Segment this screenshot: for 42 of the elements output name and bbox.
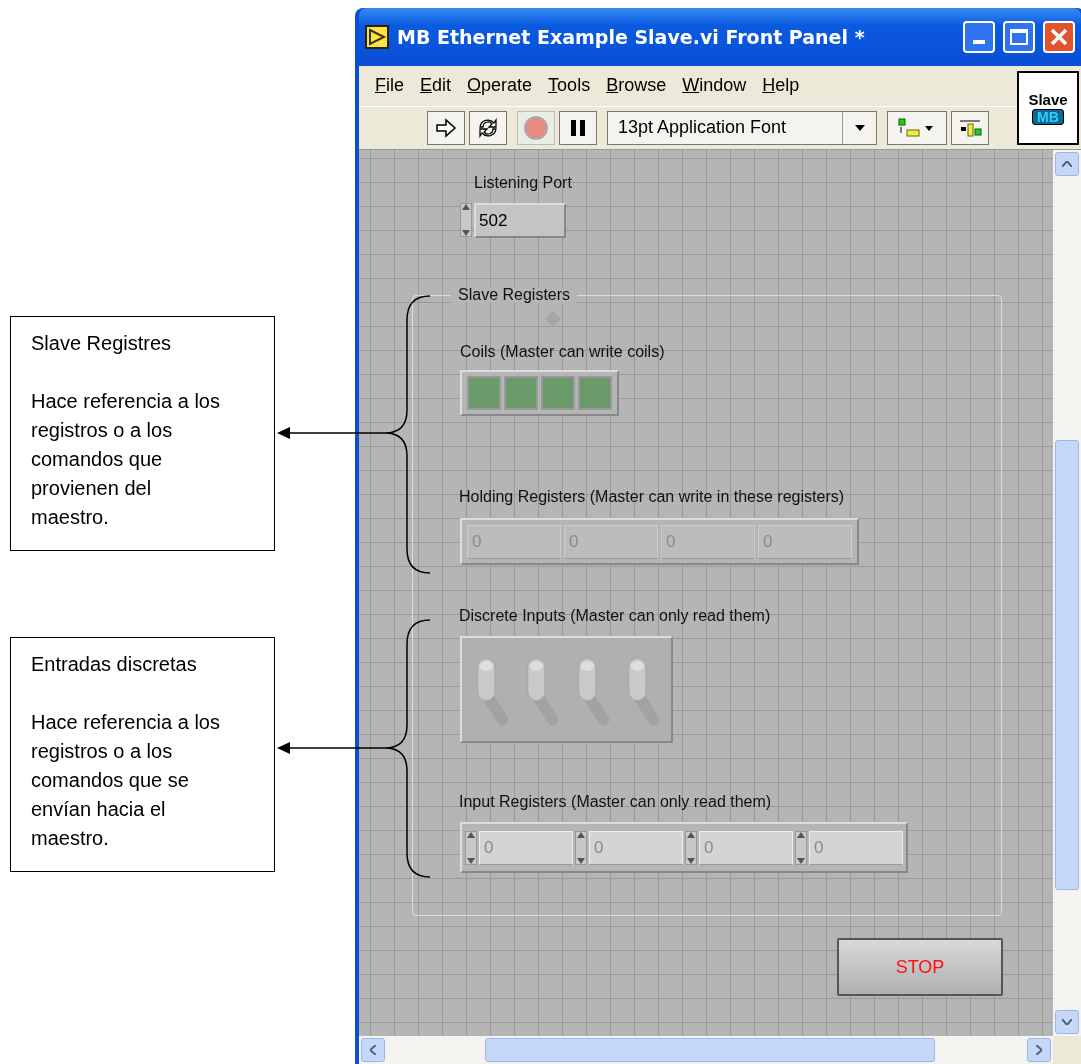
control-label: Listening Port (474, 175, 572, 191)
cycle-arrows-icon (476, 116, 500, 139)
window-title: MB Ethernet Example Slave.vi Front Panel * (397, 24, 865, 50)
control-label: Coils (Master can write coils) (460, 344, 665, 360)
maximize-button[interactable] (1003, 21, 1035, 53)
font-dropdown[interactable]: 13pt Application Font (607, 110, 877, 145)
menu-item[interactable]: File (375, 72, 404, 100)
vertical-scrollbar[interactable] (1053, 150, 1081, 1036)
vi-icon (365, 25, 389, 49)
control-label: Holding Registers (Master can write in these registers) (459, 489, 845, 505)
run-continuously-button[interactable] (469, 110, 507, 145)
menu-item[interactable]: Browse (606, 72, 667, 100)
annotation-text: Hace referencia a los registros o a los comandos que provienen del maestro. (31, 389, 221, 530)
run-button[interactable] (427, 110, 465, 145)
annotation-title: Entradas discretas (31, 652, 198, 677)
control-label: Input Registers (Master can only read them) (459, 794, 772, 810)
increment-arrows[interactable] (685, 830, 697, 865)
menu-item[interactable]: Edit (420, 72, 452, 100)
increment-arrows[interactable] (795, 830, 807, 865)
menu-item[interactable]: Tools (548, 72, 591, 100)
annotation-title: Slave Registres (31, 331, 173, 356)
pause-button[interactable] (559, 110, 597, 145)
diamond-icon (545, 311, 561, 327)
caret-icon (854, 124, 865, 131)
arrow-icon (435, 117, 457, 138)
menu-item[interactable]: Window (682, 72, 747, 100)
horizontal-scrollbar[interactable] (359, 1036, 1053, 1064)
group-title: Slave Registers (451, 287, 578, 303)
increment-arrows[interactable] (465, 830, 477, 865)
menu-item[interactable]: Help (762, 72, 800, 100)
control-label: Discrete Inputs (Master can only read them) (459, 608, 771, 624)
minimize-button[interactable] (963, 21, 995, 53)
close-icon (1050, 28, 1068, 46)
vi-connector-icon: Slave MB (1017, 71, 1079, 145)
increment-arrows[interactable] (575, 830, 587, 865)
numeric-field[interactable]: 502 (474, 203, 566, 238)
align-objects-button[interactable] (887, 110, 947, 145)
increment-arrows[interactable] (460, 203, 472, 237)
annotation-text: Hace referencia a los registros o a los comandos que se envían hacia el maestro. (31, 710, 221, 851)
close-button[interactable] (1043, 21, 1075, 53)
menu-item[interactable]: Operate (467, 72, 533, 100)
distribute-objects-button[interactable] (951, 110, 989, 145)
